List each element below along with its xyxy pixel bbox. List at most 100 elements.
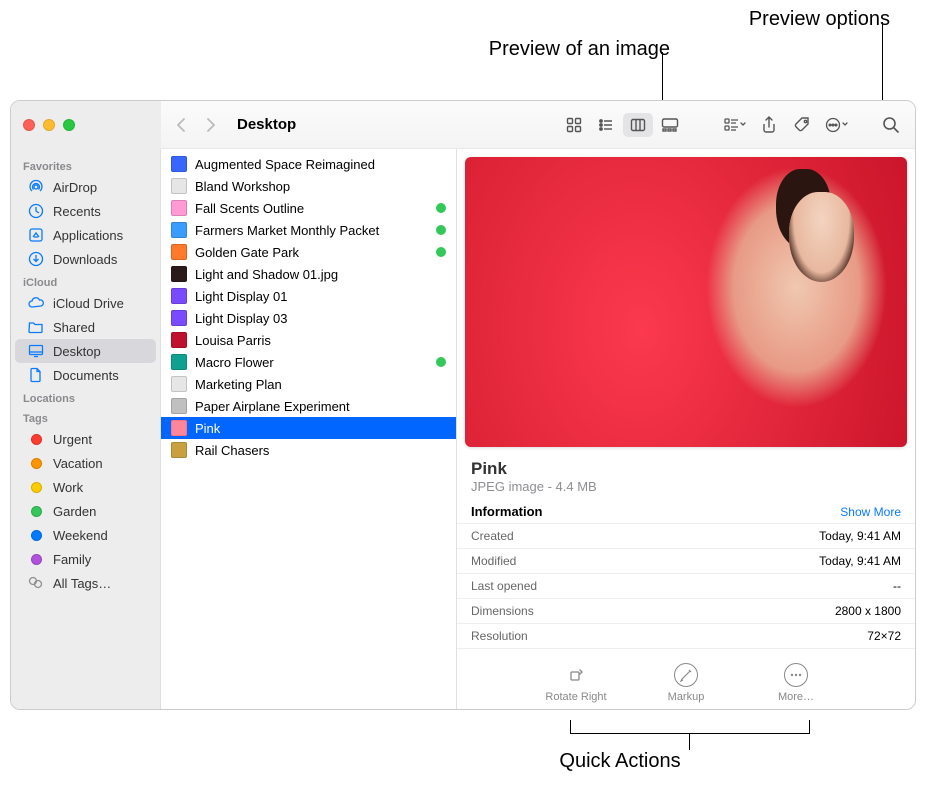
file-row[interactable]: Light Display 03 [161, 307, 456, 329]
cloud-icon [27, 294, 45, 312]
file-name-label: Fall Scents Outline [195, 201, 428, 216]
view-list-button[interactable] [591, 113, 621, 137]
sidebar-item-shared[interactable]: Shared [15, 315, 156, 339]
sidebar-item-weekend[interactable]: Weekend [15, 523, 156, 547]
file-row[interactable]: Light and Shadow 01.jpg [161, 263, 456, 285]
zoom-button[interactable] [63, 119, 75, 131]
sidebar-item-label: AirDrop [53, 180, 97, 195]
file-name-label: Farmers Market Monthly Packet [195, 223, 428, 238]
more-actions-button[interactable] [823, 113, 851, 137]
file-thumbnail-icon [171, 222, 187, 238]
sidebar-item-urgent[interactable]: Urgent [15, 427, 156, 451]
quick-action-label: More… [778, 691, 814, 703]
file-name-label: Pink [195, 421, 446, 436]
sidebar-item-all-tags-[interactable]: All Tags… [15, 571, 156, 595]
finder-window: Desktop [10, 100, 916, 710]
file-thumbnail-icon [171, 332, 187, 348]
file-row[interactable]: Fall Scents Outline [161, 197, 456, 219]
sidebar-item-icloud-drive[interactable]: iCloud Drive [15, 291, 156, 315]
minimize-button[interactable] [43, 119, 55, 131]
tag-dot-icon [27, 430, 45, 448]
quick-action-rotate-right[interactable]: Rotate Right [541, 663, 611, 703]
sidebar-item-label: Weekend [53, 528, 108, 543]
file-thumbnail-icon [171, 200, 187, 216]
quick-actions-bar: Rotate Right Markup More… [457, 649, 915, 709]
sidebar-item-vacation[interactable]: Vacation [15, 451, 156, 475]
toolbar: Desktop [161, 101, 915, 149]
sidebar-item-family[interactable]: Family [15, 547, 156, 571]
group-by-button[interactable] [721, 113, 749, 137]
titlebar: Desktop [11, 101, 915, 149]
file-row[interactable]: Light Display 01 [161, 285, 456, 307]
file-list[interactable]: Augmented Space ReimaginedBland Workshop… [161, 149, 457, 709]
window-title: Desktop [237, 116, 296, 133]
quick-action-markup[interactable]: Markup [651, 663, 721, 703]
sidebar-section-header: iCloud [11, 271, 160, 291]
apps-icon [27, 226, 45, 244]
file-thumbnail-icon [171, 266, 187, 282]
quick-action-label: Markup [668, 691, 705, 703]
info-row: Resolution72×72 [457, 624, 915, 649]
info-value: -- [893, 579, 901, 593]
file-row[interactable]: Louisa Parris [161, 329, 456, 351]
file-name-label: Light and Shadow 01.jpg [195, 267, 446, 282]
file-row[interactable]: Paper Airplane Experiment [161, 395, 456, 417]
file-row[interactable]: Golden Gate Park [161, 241, 456, 263]
sidebar-item-label: Recents [53, 204, 101, 219]
file-thumbnail-icon [171, 178, 187, 194]
file-thumbnail-icon [171, 442, 187, 458]
sidebar-item-airdrop[interactable]: AirDrop [15, 175, 156, 199]
info-label: Modified [471, 554, 516, 568]
callout-preview-options: Preview options [720, 8, 890, 31]
file-name-label: Marketing Plan [195, 377, 446, 392]
file-row[interactable]: Pink [161, 417, 456, 439]
info-value: Today, 9:41 AM [819, 529, 901, 543]
file-thumbnail-icon [171, 310, 187, 326]
sidebar-section-header: Tags [11, 407, 160, 427]
sidebar-item-recents[interactable]: Recents [15, 199, 156, 223]
info-label: Last opened [471, 579, 537, 593]
clock-icon [27, 202, 45, 220]
sidebar-item-downloads[interactable]: Downloads [15, 247, 156, 271]
file-row[interactable]: Rail Chasers [161, 439, 456, 461]
info-table: CreatedToday, 9:41 AM Modified Today, 9:41… [457, 524, 915, 649]
doc-icon [27, 366, 45, 384]
sidebar-item-label: Desktop [53, 344, 101, 359]
tags-button[interactable] [789, 113, 817, 137]
sidebar-item-label: iCloud Drive [53, 296, 124, 311]
file-thumbnail-icon [171, 288, 187, 304]
search-button[interactable] [877, 113, 905, 137]
share-button[interactable] [755, 113, 783, 137]
close-button[interactable] [23, 119, 35, 131]
file-row[interactable]: Augmented Space Reimagined [161, 153, 456, 175]
file-name-label: Golden Gate Park [195, 245, 428, 260]
file-row[interactable]: Marketing Plan [161, 373, 456, 395]
sidebar[interactable]: FavoritesAirDropRecentsApplicationsDownl… [11, 149, 161, 709]
back-button[interactable] [171, 115, 191, 135]
file-row[interactable]: Farmers Market Monthly Packet [161, 219, 456, 241]
sidebar-item-label: Urgent [53, 432, 92, 447]
file-name-label: Louisa Parris [195, 333, 446, 348]
sidebar-item-work[interactable]: Work [15, 475, 156, 499]
view-icon-button[interactable] [559, 113, 589, 137]
sidebar-item-applications[interactable]: Applications [15, 223, 156, 247]
quick-action-more-[interactable]: More… [761, 663, 831, 703]
file-name-label: Paper Airplane Experiment [195, 399, 446, 414]
info-row: Last opened -- [457, 574, 915, 599]
info-row: CreatedToday, 9:41 AM [457, 524, 915, 549]
sidebar-item-label: Downloads [53, 252, 117, 267]
forward-button[interactable] [201, 115, 221, 135]
desktop-icon [27, 342, 45, 360]
sidebar-item-desktop[interactable]: Desktop [15, 339, 156, 363]
sidebar-item-garden[interactable]: Garden [15, 499, 156, 523]
callout-preview-image: Preview of an image [460, 38, 670, 61]
tag-dot-icon [27, 502, 45, 520]
file-row[interactable]: Bland Workshop [161, 175, 456, 197]
sidebar-item-documents[interactable]: Documents [15, 363, 156, 387]
tag-dot-icon [27, 478, 45, 496]
view-gallery-button[interactable] [655, 113, 685, 137]
quick-action-icon [784, 663, 808, 687]
show-more-link[interactable]: Show More [840, 505, 901, 519]
file-row[interactable]: Macro Flower [161, 351, 456, 373]
view-column-button[interactable] [623, 113, 653, 137]
